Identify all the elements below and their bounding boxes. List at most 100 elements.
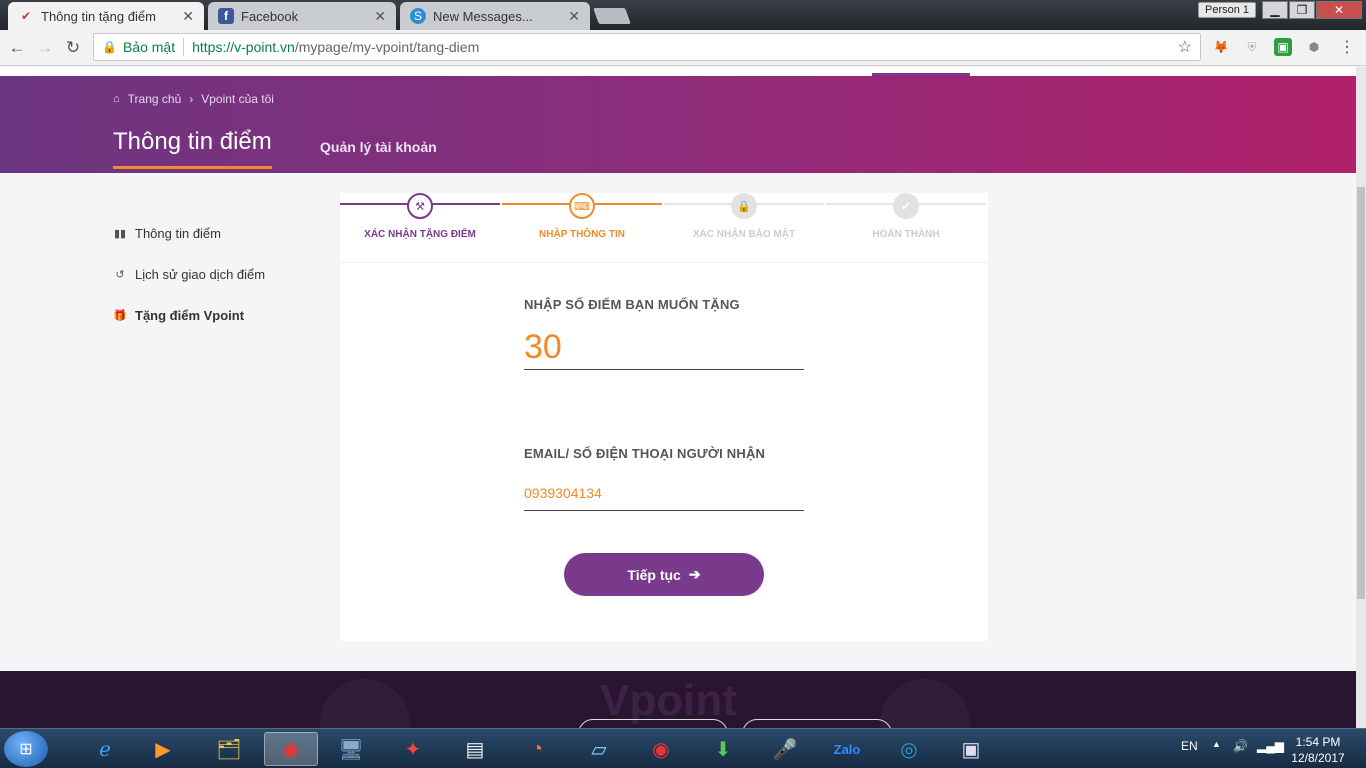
footer: Vpoint [0,671,1356,728]
bar-chart-icon: ▮▮ [113,228,127,240]
browser-tab-strip: ✔ Thông tin tặng điểm ✕ f Facebook ✕ S N… [0,0,1366,30]
forward-arrow-icon[interactable]: → [34,37,56,59]
chevron-right-icon: › [189,92,194,106]
gavel-icon: ⚒ [407,193,433,219]
step-enter-info: ⌨ NHẬP THÔNG TIN [502,193,662,263]
sidebar-item-label: Thông tin điểm [135,226,221,241]
vpoint-check-icon: ✔ [20,9,32,23]
clock[interactable]: 1:54 PM 12/8/2017 [1288,734,1348,766]
menu-kebab-icon[interactable]: ⋮ [1338,38,1356,56]
breadcrumb-current[interactable]: Vpoint của tôi [201,92,274,106]
chrome-secondary-icon[interactable]: ◉ [634,732,688,766]
footer-pill-button[interactable] [742,719,892,728]
extension-green-icon[interactable]: ▣ [1274,38,1292,56]
tab-thong-tin-tang-diem[interactable]: ✔ Thông tin tặng điểm ✕ [8,2,204,30]
scrollbar-thumb[interactable] [1357,187,1365,599]
history-icon: ↺ [115,269,125,281]
page-title-tab[interactable]: Thông tin điểm [113,128,272,169]
stepper: ⚒ XÁC NHẬN TẶNG ĐIỂM ⌨ NHẬP THÔNG TIN 🔒 … [340,193,988,263]
points-input[interactable] [524,326,804,370]
check-icon: ✔ [893,193,919,219]
sidebar-item-tang-diem[interactable]: 🎁 Tặng điểm Vpoint [113,295,265,336]
file-explorer-icon[interactable]: 🗂 [202,732,256,766]
step-label: NHẬP THÔNG TIN [539,229,625,240]
cart-deco-icon [320,679,410,728]
recipient-input[interactable] [524,475,804,511]
lock-icon: 🔒 [102,40,117,54]
lock-icon: 🔒 [731,193,757,219]
bookmark-star-icon[interactable]: ☆ [1178,37,1192,57]
breadcrumb: ⌂ Trang chủ › Vpoint của tôi [113,92,274,106]
browser-toolbar: ← → ↻ 🔒 Bảo mật https://v-point.vn /mypa… [0,30,1366,66]
secure-label: Bảo mật [122,39,176,55]
window-app-icon[interactable]: ▣ [944,732,998,766]
step-security: 🔒 XÁC NHẬN BẢO MẬT [664,193,824,263]
gift-form: NHẬP SỐ ĐIỂM BẠN MUỐN TẶNG EMAIL/ SỐ ĐIỆ… [524,297,804,511]
unikey-icon[interactable]: ✦ [386,732,440,766]
page-scrollbar[interactable] [1356,67,1366,728]
microphone-icon[interactable]: 🎤 [758,732,812,766]
footer-pill-button[interactable] [578,719,728,728]
remote-desktop-icon[interactable]: 🖥 [324,732,378,766]
breadcrumb-home[interactable]: Trang chủ [128,92,182,106]
skype-icon: S [410,8,426,24]
tray-expand-icon[interactable]: ▲ [1212,739,1221,749]
language-indicator[interactable]: EN [1181,739,1198,753]
uc-browser-icon[interactable]: ◔ [510,732,564,766]
close-tab-icon[interactable]: ✕ [374,8,386,25]
notepad-icon[interactable]: ▱ [572,732,626,766]
gift-icon: 🎁 [113,310,127,322]
signal-icon[interactable]: ▂▄▆ [1257,739,1284,753]
maximize-button[interactable]: ❐ [1289,1,1315,19]
circle-app-icon[interactable]: ◎ [882,732,936,766]
plane-deco-icon [880,679,970,728]
tab-facebook[interactable]: f Facebook ✕ [208,2,396,30]
sidebar-item-thong-tin-diem[interactable]: ▮▮ Thông tin điểm [113,213,265,254]
continue-button[interactable]: Tiếp tục ➔ [564,553,764,596]
tab-title: Thông tin tặng điểm [41,8,156,24]
url-host: https://v-point.vn [192,39,295,55]
tab-title: Facebook [241,8,299,24]
step-label: HOÀN THÀNH [872,229,940,240]
gift-points-panel: ⚒ XÁC NHẬN TẶNG ĐIỂM ⌨ NHẬP THÔNG TIN 🔒 … [340,193,988,641]
windows-taskbar: ⊞ ℯ ▶ 🗂 ◉ 🖥 ✦ ▤ ◔ ▱ ◉ ⬇ 🎤 Zalo ◎ ▣ EN ▲ … [0,728,1366,768]
clock-time: 1:54 PM [1295,735,1341,749]
continue-label: Tiếp tục [627,566,681,583]
metamask-fox-icon[interactable]: 🦊 [1212,38,1230,56]
media-player-321-icon[interactable]: ▤ [448,732,502,766]
divider [183,38,185,56]
account-management-tab[interactable]: Quản lý tài khoản [320,139,437,155]
sidebar-item-lich-su[interactable]: ↺ Lịch sử giao dịch điểm [113,254,265,295]
shield-icon[interactable]: ⛨ [1243,38,1261,56]
arrow-right-icon: ➔ [688,566,701,582]
address-bar[interactable]: 🔒 Bảo mật https://v-point.vn /mypage/my-… [93,33,1201,61]
facebook-icon: f [218,8,234,24]
new-tab-button[interactable] [593,8,631,24]
step-label: XÁC NHẬN BẢO MẬT [692,229,796,240]
windows-start-icon[interactable]: ⊞ [4,731,48,767]
page-content: ⌂ Trang chủ › Vpoint của tôi Thông tin đ… [0,67,1356,728]
sidebar: ▮▮ Thông tin điểm ↺ Lịch sử giao dịch đi… [113,213,265,336]
sidebar-item-label: Lịch sử giao dịch điểm [135,267,266,282]
internet-explorer-icon[interactable]: ℯ [78,732,132,766]
volume-icon[interactable]: 🔊 [1233,739,1248,753]
close-window-button[interactable]: ✕ [1316,1,1362,19]
minimize-button[interactable]: ▁ [1262,1,1288,19]
step-complete: ✔ HOÀN THÀNH [826,193,986,263]
zalo-icon[interactable]: Zalo [820,732,874,766]
url-path: /mypage/my-vpoint/tang-diem [294,39,480,55]
media-player-icon[interactable]: ▶ [136,732,190,766]
download-manager-icon[interactable]: ⬇ [696,732,750,766]
hero-banner: ⌂ Trang chủ › Vpoint của tôi Thông tin đ… [0,76,1356,173]
profile-button[interactable]: Person 1 [1198,2,1256,18]
reload-icon[interactable]: ↻ [62,37,84,59]
chrome-icon[interactable]: ◉ [264,732,318,766]
recipient-label: EMAIL/ SỐ ĐIỆN THOẠI NGƯỜI NHẬN [524,446,766,461]
close-tab-icon[interactable]: ✕ [182,8,194,25]
back-arrow-icon[interactable]: ← [6,37,28,59]
close-tab-icon[interactable]: ✕ [568,8,580,25]
tab-new-messages[interactable]: S New Messages... ✕ [400,2,590,30]
step-label: XÁC NHẬN TẶNG ĐIỂM [364,229,476,240]
extension-gray-icon[interactable]: ⬢ [1305,38,1323,56]
